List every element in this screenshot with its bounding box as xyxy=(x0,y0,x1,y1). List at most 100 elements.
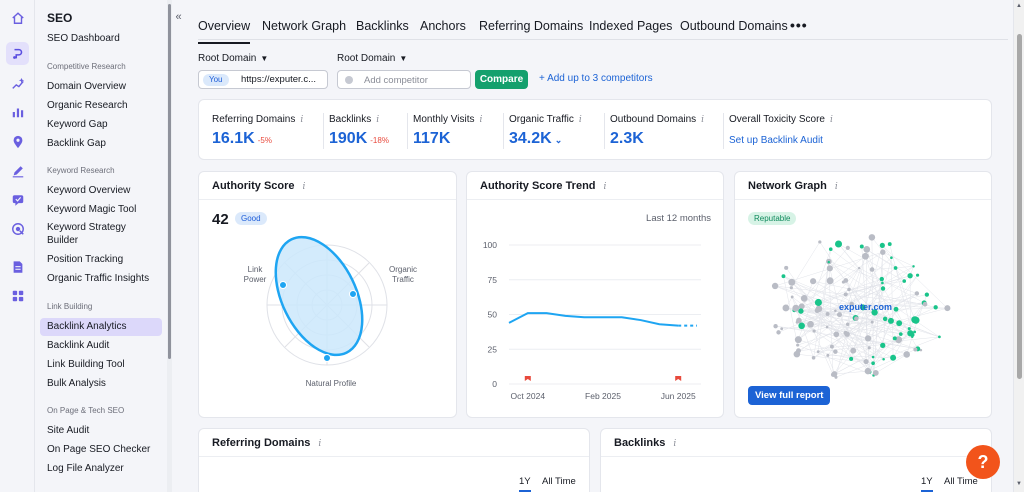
network-node xyxy=(871,361,875,366)
tab-outbound-domains[interactable]: Outbound Domains xyxy=(680,19,788,33)
sidebar-item-keyword-magic-tool[interactable]: Keyword Magic Tool xyxy=(40,201,162,219)
period-all-time[interactable]: All Time xyxy=(542,476,576,487)
network-node xyxy=(827,260,830,264)
sidebar-item-keyword-strategy-builder[interactable]: Keyword Strategy Builder xyxy=(40,220,150,248)
network-node xyxy=(879,242,885,249)
period-1y[interactable]: 1Y xyxy=(519,476,531,492)
tab-referring-domains[interactable]: Referring Domains xyxy=(479,19,583,33)
sidebar-item-log-file-analyzer[interactable]: Log File Analyzer xyxy=(40,460,162,478)
sidebar-title: SEO xyxy=(47,11,73,25)
network-node xyxy=(903,351,910,358)
add-competitors-link[interactable]: + Add up to 3 competitors xyxy=(539,73,653,84)
network-node xyxy=(792,304,800,312)
network-node xyxy=(798,303,805,310)
apps-icon[interactable] xyxy=(6,284,29,307)
radar-label-natural-profile: Natural Profile xyxy=(305,379,357,388)
network-node xyxy=(892,336,897,341)
sidebar-item-backlink-analytics[interactable]: Backlink Analytics xyxy=(40,318,162,336)
network-node xyxy=(944,305,951,312)
sidebar-item-seo-dashboard[interactable]: SEO Dashboard xyxy=(40,30,162,48)
scroll-up-icon[interactable]: ▲ xyxy=(1016,3,1022,9)
network-node xyxy=(854,316,859,321)
info-icon[interactable]: i xyxy=(701,115,704,125)
chevron-down-icon: ▼ xyxy=(260,54,269,63)
info-icon[interactable]: i xyxy=(376,115,379,125)
network-node xyxy=(826,353,830,357)
info-icon[interactable]: i xyxy=(830,115,833,125)
tab-backlinks[interactable]: Backlinks xyxy=(356,19,409,33)
network-node xyxy=(833,349,838,354)
sidebar-item-link-building-tool[interactable]: Link Building Tool xyxy=(40,356,162,374)
info-icon[interactable]: i xyxy=(318,439,321,449)
network-node xyxy=(863,358,869,365)
network-node xyxy=(800,295,808,302)
sidebar-section-link-building: Link Building xyxy=(47,302,93,311)
network-node xyxy=(938,335,941,339)
sidebar-item-site-audit[interactable]: Site Audit xyxy=(40,422,162,440)
network-node xyxy=(881,281,884,285)
period-1y[interactable]: 1Y xyxy=(921,476,933,492)
domain-scope-dropdown[interactable]: Root Domain ▼ xyxy=(198,53,268,64)
network-node xyxy=(796,343,800,347)
target-icon[interactable] xyxy=(6,217,29,240)
sidebar-section-onpage: On Page & Tech SEO xyxy=(47,406,125,415)
sidebar-item-bulk-analysis[interactable]: Bulk Analysis xyxy=(40,375,162,393)
network-node xyxy=(847,287,851,292)
network-node xyxy=(914,291,920,296)
competitor-input[interactable] xyxy=(364,73,464,87)
metric-label: Referring Domains xyxy=(212,114,296,125)
main-content: « Overview Network Graph Backlinks Ancho… xyxy=(172,0,1012,492)
view-full-report-button[interactable]: View full report xyxy=(748,386,831,405)
bar-chart-icon[interactable] xyxy=(6,100,29,123)
card-divider xyxy=(601,456,991,457)
info-icon[interactable]: i xyxy=(300,115,303,125)
info-icon[interactable]: i xyxy=(480,115,483,125)
metric-label: Monthly Visits xyxy=(413,114,475,125)
compare-button[interactable]: Compare xyxy=(475,70,528,89)
network-node xyxy=(870,320,874,324)
chevron-down-icon: ▼ xyxy=(399,54,408,63)
network-graph-visual[interactable] xyxy=(735,172,992,418)
sidebar-item-keyword-overview[interactable]: Keyword Overview xyxy=(40,182,162,200)
sidebar-item-organic-traffic-insights[interactable]: Organic Traffic Insights xyxy=(40,270,162,288)
seo-icon[interactable] xyxy=(6,42,29,65)
network-node xyxy=(834,309,837,312)
page-scrollbar-thumb[interactable] xyxy=(1017,34,1022,379)
tab-overview[interactable]: Overview xyxy=(198,19,251,44)
period-all-time[interactable]: All Time xyxy=(944,476,978,487)
domain-field[interactable]: You https://exputer.c... xyxy=(198,70,328,89)
collapse-sidebar-icon[interactable]: « xyxy=(172,9,185,25)
tab-indexed-pages[interactable]: Indexed Pages xyxy=(589,19,672,33)
document-icon[interactable] xyxy=(6,255,29,278)
sidebar-scrollbar-thumb[interactable] xyxy=(168,4,171,359)
competitor-scope-dropdown[interactable]: Root Domain ▼ xyxy=(337,53,407,64)
sidebar-item-organic-research[interactable]: Organic Research xyxy=(40,97,162,115)
tab-anchors[interactable]: Anchors xyxy=(420,19,466,33)
network-node xyxy=(789,286,793,290)
location-pin-icon[interactable] xyxy=(6,130,29,153)
more-tabs-icon[interactable]: ••• xyxy=(790,17,808,33)
competitor-field[interactable] xyxy=(337,70,471,89)
sidebar-item-on-page-seo-checker[interactable]: On Page SEO Checker xyxy=(40,441,162,459)
chevron-down-icon[interactable]: ⌄ xyxy=(555,135,563,145)
help-button[interactable]: ? xyxy=(966,445,1000,479)
scroll-down-icon[interactable]: ▼ xyxy=(1016,481,1022,487)
info-icon[interactable]: i xyxy=(579,115,582,125)
network-node xyxy=(863,246,871,253)
info-icon[interactable]: i xyxy=(673,439,676,449)
sidebar-item-domain-overview[interactable]: Domain Overview xyxy=(40,78,162,96)
sidebar-item-keyword-gap[interactable]: Keyword Gap xyxy=(40,116,162,134)
setup-backlink-audit-link[interactable]: Set up Backlink Audit xyxy=(729,135,823,146)
domain-value: https://exputer.c... xyxy=(241,74,316,85)
sidebar-item-position-tracking[interactable]: Position Tracking xyxy=(40,251,162,269)
sparkle-icon[interactable] xyxy=(6,72,29,95)
tab-network-graph[interactable]: Network Graph xyxy=(262,19,346,33)
edit-icon[interactable] xyxy=(6,159,29,182)
chat-icon[interactable] xyxy=(6,188,29,211)
page-scrollbar[interactable]: ▲ ▼ xyxy=(1013,0,1024,492)
home-icon[interactable] xyxy=(6,6,29,29)
sidebar-item-backlink-audit[interactable]: Backlink Audit xyxy=(40,337,162,355)
sidebar-item-backlink-gap[interactable]: Backlink Gap xyxy=(40,135,162,153)
trend-y-tick-label: 0 xyxy=(492,379,497,389)
network-node xyxy=(864,367,872,375)
